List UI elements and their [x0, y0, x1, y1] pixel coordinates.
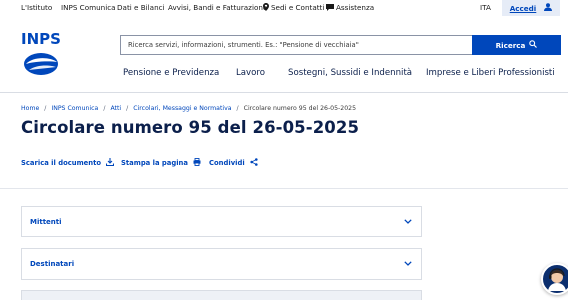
header-divider	[0, 92, 568, 93]
top-link-avvisi-bandi[interactable]: Avvisi, Bandi e Fatturazione	[168, 3, 267, 12]
search-button[interactable]: Ricerca	[472, 35, 561, 55]
top-link-sedi-contatti-label: Sedi e Contatti	[271, 3, 325, 12]
login-label: Accedi	[509, 3, 537, 13]
breadcrumb-separator: /	[126, 105, 129, 112]
top-link-dati-bilanci[interactable]: Dati e Bilanci	[117, 3, 165, 12]
breadcrumb-separator: /	[103, 105, 106, 112]
breadcrumb: Home / INPS Comunica / Atti / Circolari,…	[21, 105, 356, 112]
nav-sostegni-sussidi[interactable]: Sostegni, Sussidi e Indennità	[288, 68, 412, 78]
breadcrumb-atti[interactable]: Atti	[110, 105, 121, 112]
search-button-label: Ricerca	[495, 40, 526, 50]
actions-divider	[0, 188, 568, 189]
download-document-button[interactable]: Scarica il documento	[21, 158, 115, 168]
top-utility-bar: L'Istituto INPS Comunica Dati e Bilanci …	[0, 0, 568, 16]
chat-assistant-button[interactable]	[541, 263, 568, 295]
user-icon	[544, 3, 553, 13]
top-link-istituto[interactable]: L'Istituto	[21, 3, 52, 12]
nav-lavoro[interactable]: Lavoro	[236, 68, 265, 78]
breadcrumb-inps-comunica[interactable]: INPS Comunica	[51, 105, 98, 112]
accordion-partial[interactable]	[21, 290, 422, 300]
nav-pensione-previdenza[interactable]: Pensione e Previdenza	[123, 68, 219, 78]
page-title: Circolare numero 95 del 26-05-2025	[21, 118, 360, 137]
assistant-avatar-icon	[548, 268, 566, 291]
breadcrumb-home[interactable]: Home	[21, 105, 39, 112]
top-link-sedi-contatti[interactable]: Sedi e Contatti	[263, 3, 324, 13]
download-icon	[106, 158, 115, 168]
download-label: Scarica il documento	[21, 159, 102, 167]
breadcrumb-separator: /	[236, 105, 239, 112]
search-placeholder: Ricerca servizi, informazioni, strumenti…	[128, 41, 359, 49]
accordion-destinatari[interactable]: Destinatari	[21, 248, 422, 280]
accordion-mittenti-label: Mittenti	[30, 217, 62, 226]
print-icon	[193, 158, 201, 168]
share-label: Condividi	[209, 159, 245, 167]
main-navigation: Pensione e Previdenza Lavoro Sostegni, S…	[0, 68, 568, 82]
top-link-assistenza[interactable]: Assistenza	[326, 3, 374, 13]
breadcrumb-circolari[interactable]: Circolari, Messaggi e Normativa	[133, 105, 231, 112]
accordion-mittenti[interactable]: Mittenti	[21, 206, 422, 237]
logo-text: INPS	[21, 30, 61, 48]
language-selector[interactable]: ITA	[480, 3, 491, 12]
chevron-down-icon	[404, 218, 412, 226]
chat-icon	[326, 4, 334, 13]
location-pin-icon	[263, 3, 269, 13]
login-button[interactable]: Accedi	[502, 0, 560, 16]
top-link-assistenza-label: Assistenza	[336, 3, 375, 12]
top-link-inps-comunica[interactable]: INPS Comunica	[61, 3, 116, 12]
print-label: Stampa la pagina	[121, 159, 188, 167]
print-page-button[interactable]: Stampa la pagina	[121, 158, 201, 168]
search-icon	[529, 40, 538, 50]
chevron-down-icon	[404, 260, 412, 268]
search-input[interactable]: Ricerca servizi, informazioni, strumenti…	[120, 35, 472, 55]
share-icon	[250, 158, 258, 168]
share-button[interactable]: Condividi	[209, 158, 258, 168]
breadcrumb-current: Circolare numero 95 del 26-05-2025	[243, 105, 357, 112]
nav-imprese-professionisti[interactable]: Imprese e Liberi Professionisti	[426, 68, 555, 78]
breadcrumb-separator: /	[44, 105, 47, 112]
accordion-destinatari-label: Destinatari	[30, 260, 75, 268]
